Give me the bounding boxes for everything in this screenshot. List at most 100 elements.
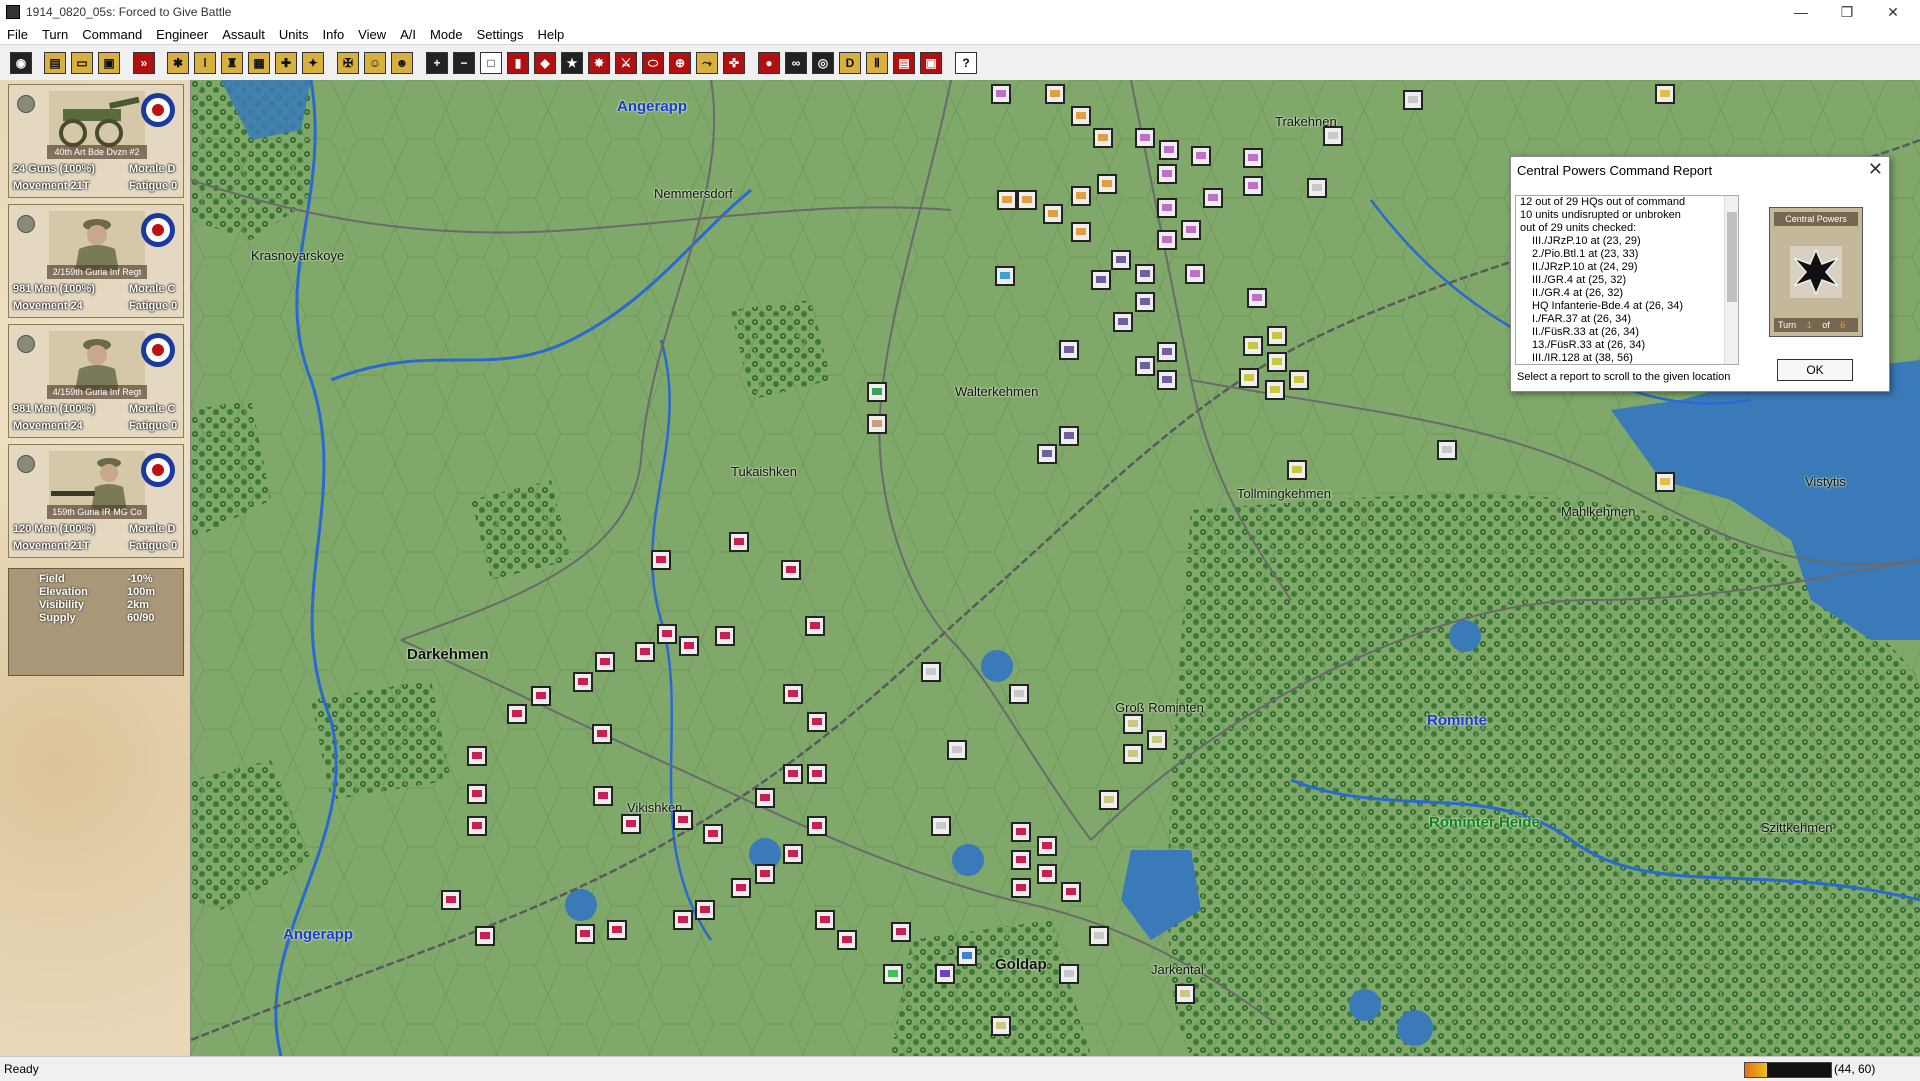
star-toggle-icon[interactable]: ★ xyxy=(561,52,583,74)
german-unit-counter[interactable] xyxy=(1239,368,1259,388)
german-unit-counter[interactable] xyxy=(1091,270,1111,290)
russian-unit-counter[interactable] xyxy=(657,624,677,644)
german-unit-counter[interactable] xyxy=(1157,198,1177,218)
menu-view[interactable]: View xyxy=(351,27,393,42)
german-unit-counter[interactable] xyxy=(1123,744,1143,764)
dialog-close-button[interactable]: ✕ xyxy=(1868,159,1883,180)
german-unit-counter[interactable] xyxy=(1159,140,1179,160)
german-unit-counter[interactable] xyxy=(1037,444,1057,464)
select-toggle[interactable] xyxy=(17,95,35,113)
russian-unit-counter[interactable] xyxy=(695,900,715,920)
menu-turn[interactable]: Turn xyxy=(35,27,75,42)
ok-button[interactable]: OK xyxy=(1777,359,1853,381)
report-list-item[interactable]: II./FüsR.33 at (26, 34) xyxy=(1516,326,1738,339)
russian-unit-counter[interactable] xyxy=(1011,850,1031,870)
russian-unit-counter[interactable] xyxy=(883,964,903,984)
report-list-item[interactable]: II./JRzP.10 at (24, 29) xyxy=(1516,261,1738,274)
unit-toggle-icon[interactable]: ▮ xyxy=(507,52,529,74)
german-unit-counter[interactable] xyxy=(1287,460,1307,480)
german-unit-counter[interactable] xyxy=(1157,164,1177,184)
russian-unit-counter[interactable] xyxy=(592,724,612,744)
german-unit-counter[interactable] xyxy=(1181,220,1201,240)
target-icon[interactable]: ⊕ xyxy=(669,52,691,74)
report-list-item[interactable]: II./GR.4 at (26, 32) xyxy=(1516,287,1738,300)
calendar-icon[interactable]: ▣ xyxy=(920,52,942,74)
german-unit-counter[interactable] xyxy=(1017,190,1037,210)
select-toggle[interactable] xyxy=(17,215,35,233)
unit-card[interactable]: 159th Guria IR MG Co 120 Men (100%) Mora… xyxy=(8,444,184,558)
german-unit-counter[interactable] xyxy=(1071,106,1091,126)
german-unit-counter[interactable] xyxy=(1243,176,1263,196)
report-list-item[interactable]: 2./Pio.Btl.1 at (23, 33) xyxy=(1516,248,1738,261)
save-icon[interactable]: ▣ xyxy=(98,52,120,74)
russian-officer-icon[interactable]: ☻ xyxy=(391,52,413,74)
russian-unit-counter[interactable] xyxy=(575,924,595,944)
german-unit-counter[interactable] xyxy=(867,382,887,402)
close-button[interactable]: ✕ xyxy=(1870,0,1916,24)
menu-units[interactable]: Units xyxy=(272,27,316,42)
russian-unit-counter[interactable] xyxy=(1037,864,1057,884)
german-flag-icon[interactable]: ✠ xyxy=(337,52,359,74)
russian-unit-counter[interactable] xyxy=(755,864,775,884)
russian-unit-counter[interactable] xyxy=(593,786,613,806)
russian-unit-counter[interactable] xyxy=(729,532,749,552)
russian-unit-counter[interactable] xyxy=(783,764,803,784)
german-unit-counter[interactable] xyxy=(1135,356,1155,376)
german-unit-counter[interactable] xyxy=(1043,204,1063,224)
russian-unit-counter[interactable] xyxy=(507,704,527,724)
german-unit-counter[interactable] xyxy=(1247,288,1267,308)
russian-unit-counter[interactable] xyxy=(715,626,735,646)
russian-unit-counter[interactable] xyxy=(947,740,967,760)
german-unit-counter[interactable] xyxy=(991,1016,1011,1036)
german-unit-counter[interactable] xyxy=(1099,790,1119,810)
russian-unit-counter[interactable] xyxy=(837,930,857,950)
leader-icon[interactable]: ♜ xyxy=(221,52,243,74)
russian-unit-counter[interactable] xyxy=(573,672,593,692)
german-unit-counter[interactable] xyxy=(1267,326,1287,346)
russian-unit-counter[interactable] xyxy=(781,560,801,580)
german-unit-counter[interactable] xyxy=(1289,370,1309,390)
dot-icon[interactable]: ● xyxy=(758,52,780,74)
select-toggle[interactable] xyxy=(17,335,35,353)
german-unit-counter[interactable] xyxy=(1157,342,1177,362)
russian-unit-counter[interactable] xyxy=(935,964,955,984)
soldier-icon[interactable]: ǀ xyxy=(194,52,216,74)
reinforce-icon[interactable]: ✜ xyxy=(723,52,745,74)
russian-unit-counter[interactable] xyxy=(475,926,495,946)
report-list[interactable]: 12 out of 29 HQs out of command 10 units… xyxy=(1515,195,1739,365)
russian-unit-counter[interactable] xyxy=(783,844,803,864)
german-unit-counter[interactable] xyxy=(1093,128,1113,148)
russian-unit-counter[interactable] xyxy=(1061,882,1081,902)
german-unit-counter[interactable] xyxy=(1267,352,1287,372)
german-unit-counter[interactable] xyxy=(867,414,887,434)
next-turn-icon[interactable]: » xyxy=(133,52,155,74)
menu-engineer[interactable]: Engineer xyxy=(149,27,215,42)
russian-unit-counter[interactable] xyxy=(1009,684,1029,704)
german-unit-counter[interactable] xyxy=(1437,440,1457,460)
german-unit-counter[interactable] xyxy=(1097,174,1117,194)
russian-unit-counter[interactable] xyxy=(891,922,911,942)
german-unit-counter[interactable] xyxy=(1135,292,1155,312)
open-file-icon[interactable]: ▤ xyxy=(44,52,66,74)
hex-outline-icon[interactable]: □ xyxy=(480,52,502,74)
german-unit-counter[interactable] xyxy=(1123,714,1143,734)
terrain-icon[interactable]: ◆ xyxy=(534,52,556,74)
russian-unit-counter[interactable] xyxy=(1089,926,1109,946)
russian-unit-counter[interactable] xyxy=(607,920,627,940)
german-unit-counter[interactable] xyxy=(1147,730,1167,750)
unit-info-icon[interactable]: ✱ xyxy=(167,52,189,74)
german-unit-counter[interactable] xyxy=(1655,84,1675,104)
russian-unit-counter[interactable] xyxy=(531,686,551,706)
russian-unit-counter[interactable] xyxy=(807,712,827,732)
report-scrollbar[interactable] xyxy=(1724,196,1738,364)
bars-icon[interactable]: Ⅱ xyxy=(866,52,888,74)
german-unit-counter[interactable] xyxy=(991,84,1011,104)
german-unit-counter[interactable] xyxy=(997,190,1017,210)
russian-unit-counter[interactable] xyxy=(621,814,641,834)
circle-icon[interactable]: ◎ xyxy=(812,52,834,74)
zoom-in-icon[interactable]: + xyxy=(426,52,448,74)
russian-unit-counter[interactable] xyxy=(441,890,461,910)
russian-unit-counter[interactable] xyxy=(1059,964,1079,984)
open-scenario-icon[interactable]: ◉ xyxy=(10,52,32,74)
assault-icon[interactable]: ⚔ xyxy=(615,52,637,74)
